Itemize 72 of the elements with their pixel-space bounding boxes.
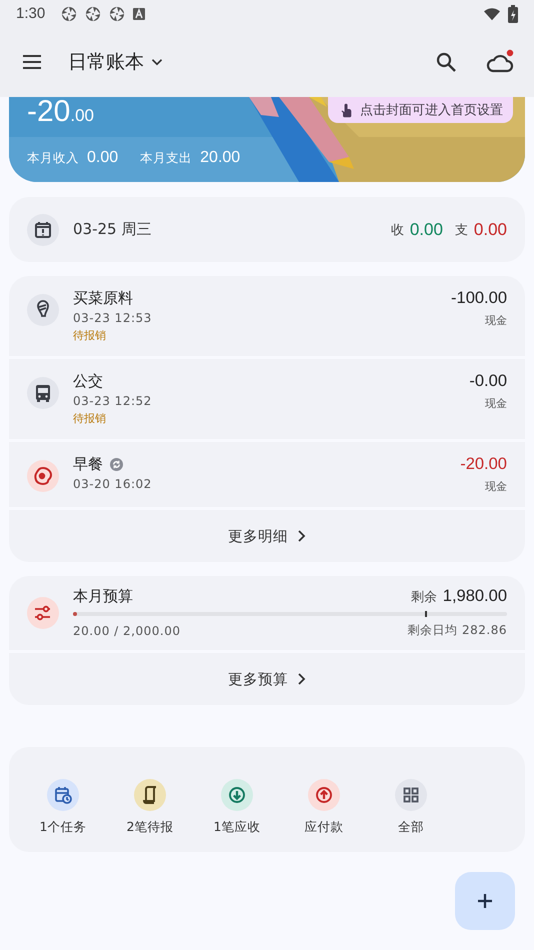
budget-title: 本月预算 bbox=[73, 587, 133, 606]
day-expense-label: 支 bbox=[454, 222, 468, 238]
shortcut-label: 2笔待报 bbox=[126, 819, 174, 836]
battery-icon bbox=[508, 4, 518, 22]
arrow-down-circle-icon bbox=[221, 779, 253, 811]
income-label: 本月收入 bbox=[27, 150, 79, 167]
bus-icon bbox=[27, 377, 59, 409]
shortcut-item[interactable]: 2笔待报 bbox=[114, 779, 186, 836]
more-budget-link[interactable]: 更多预算 bbox=[9, 653, 525, 705]
scroll-icon bbox=[134, 779, 166, 811]
transaction-amount: -20.00 bbox=[460, 455, 507, 474]
transaction-title: 早餐 bbox=[73, 455, 103, 474]
day-expense-value: 0.00 bbox=[474, 220, 507, 240]
chevron-right-icon bbox=[296, 672, 306, 686]
wifi-icon bbox=[484, 6, 500, 22]
transaction-amount: -100.00 bbox=[451, 289, 507, 308]
arrow-up-circle-icon bbox=[308, 779, 340, 811]
account-label: 现金 bbox=[485, 479, 507, 494]
remaining-amount: 1,980.00 bbox=[442, 587, 507, 606]
shortcut-item[interactable]: 1个任务 bbox=[27, 779, 99, 836]
day-date: 03-25 周三 bbox=[73, 220, 152, 239]
day-income-label: 收 bbox=[390, 222, 404, 238]
search-icon[interactable] bbox=[434, 50, 458, 74]
transaction-row[interactable]: 买菜原料 03-23 12:53 待报销 -100.00 现金 bbox=[9, 276, 525, 356]
repeat-icon bbox=[110, 458, 123, 471]
expense-value: 20.00 bbox=[200, 149, 240, 167]
shortcut-label: 应付款 bbox=[304, 819, 344, 836]
shortcut-item[interactable]: 1笔应收 bbox=[201, 779, 273, 836]
shortcut-item[interactable]: 全部 bbox=[375, 779, 447, 836]
shortcut-label: 1个任务 bbox=[40, 819, 86, 836]
transaction-row[interactable]: 早餐 03-20 16:02 -20.00 现金 bbox=[9, 442, 525, 507]
shortcut-item[interactable]: 应付款 bbox=[288, 779, 360, 836]
egg-icon bbox=[27, 460, 59, 492]
transaction-row[interactable]: 公交 03-23 12:52 待报销 -0.00 现金 bbox=[9, 359, 525, 439]
chevron-right-icon bbox=[296, 529, 306, 543]
more-details-link[interactable]: 更多明细 bbox=[9, 510, 525, 562]
app-notification-icon bbox=[109, 6, 126, 22]
day-summary-card[interactable]: 03-25 周三 收 0.00 支 0.00 bbox=[9, 197, 525, 262]
keyboard-notification-icon bbox=[133, 8, 146, 20]
transaction-time: 03-23 12:53 bbox=[73, 311, 153, 325]
app-notification-icon bbox=[85, 6, 102, 22]
transaction-amount: -0.00 bbox=[469, 372, 507, 391]
transaction-title: 买菜原料 bbox=[73, 289, 133, 308]
day-income-value: 0.00 bbox=[410, 220, 443, 240]
calendar-icon bbox=[27, 214, 59, 246]
account-label: 现金 bbox=[485, 313, 507, 328]
transaction-time: 03-20 16:02 bbox=[73, 477, 153, 491]
budget-row[interactable]: 本月预算 剩余 1,980.00 20.00 / 2,000.00 剩余日均 282.86 bbox=[9, 576, 525, 650]
status-time: 1:30 bbox=[16, 5, 46, 22]
tap-icon bbox=[340, 102, 352, 118]
balance-decimals: .00 bbox=[70, 106, 94, 126]
income-value: 0.00 bbox=[87, 149, 118, 167]
cloud-icon[interactable] bbox=[486, 49, 514, 75]
sliders-icon bbox=[27, 597, 59, 629]
budget-used: 20.00 / 2,000.00 bbox=[73, 624, 180, 638]
transaction-time: 03-23 12:52 bbox=[73, 394, 153, 408]
cover-hint[interactable]: 点击封面可进入首页设置 bbox=[328, 97, 513, 123]
shortcut-label: 全部 bbox=[398, 819, 424, 836]
transaction-title: 公交 bbox=[73, 372, 103, 391]
app-notification-icon bbox=[61, 6, 78, 22]
daily-remaining: 剩余日均 282.86 bbox=[408, 622, 507, 639]
plus-icon bbox=[475, 891, 495, 911]
ledger-title[interactable]: 日常账本 bbox=[68, 49, 144, 75]
shortcut-label: 1笔应收 bbox=[214, 819, 260, 836]
remaining-label: 剩余 bbox=[410, 588, 437, 606]
account-label: 现金 bbox=[485, 396, 507, 411]
expense-label: 本月支出 bbox=[140, 150, 192, 167]
grid-icon bbox=[395, 779, 427, 811]
balance-amount: -20 bbox=[27, 97, 70, 129]
reimburse-tag: 待报销 bbox=[73, 411, 456, 426]
reimburse-tag: 待报销 bbox=[73, 328, 438, 343]
calendar-clock-icon bbox=[47, 779, 79, 811]
